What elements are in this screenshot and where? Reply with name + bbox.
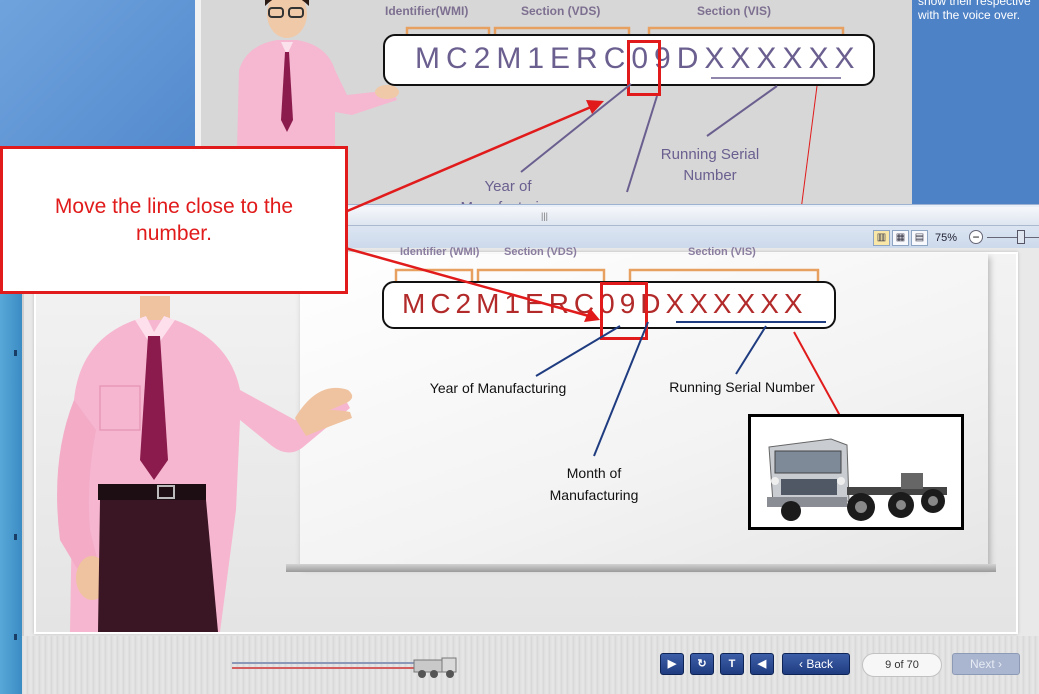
label-month: Month of Manufacturing	[540, 462, 648, 506]
audio-button[interactable]: ◀	[750, 653, 774, 675]
label-month-line2: Manufacturing	[549, 487, 639, 503]
truck-illustration	[767, 438, 947, 521]
back-label: Back	[806, 657, 834, 671]
next-label: Next	[969, 657, 995, 671]
replay-button[interactable]: ↻	[690, 653, 714, 675]
play-button[interactable]: ▶	[660, 653, 684, 675]
truck-photo	[748, 414, 964, 530]
callout-text: Move the line close to the number.	[3, 193, 345, 247]
callout-line1: Move the line close to the	[54, 195, 294, 218]
callout-line2: number.	[136, 222, 212, 245]
replay-icon: ↻	[697, 658, 707, 670]
play-icon: ▶	[667, 658, 677, 670]
review-callout: Move the line close to the number.	[0, 146, 348, 294]
text-icon: T	[728, 658, 736, 670]
label-month-line1: Month of	[566, 465, 622, 481]
next-button[interactable]: Next ›	[952, 653, 1020, 675]
chevron-right-icon: ›	[994, 657, 1003, 671]
label-year: Year of Manufacturing	[429, 380, 567, 396]
pointer-lines	[344, 100, 878, 478]
label-serial: Running Serial Number	[669, 379, 815, 395]
text-toggle-button[interactable]: T	[720, 653, 744, 675]
back-button[interactable]: ‹ Back	[782, 653, 850, 675]
speaker-icon: ◀	[757, 658, 767, 670]
page-counter: 9 of 70	[862, 653, 942, 677]
truck-progress-icon[interactable]	[412, 654, 462, 680]
